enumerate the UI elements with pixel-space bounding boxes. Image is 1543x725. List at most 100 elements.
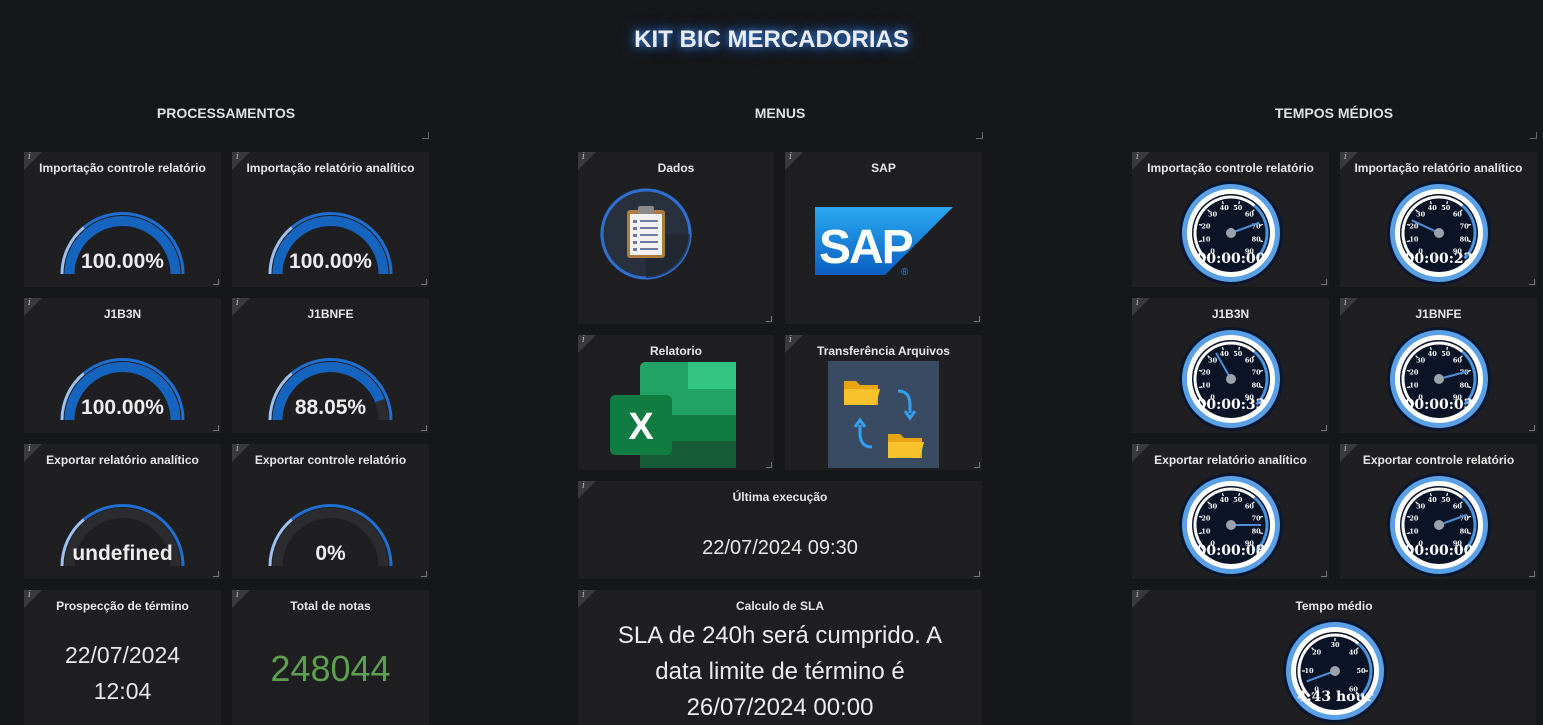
speedo-arc-segment: [1368, 673, 1373, 679]
speedo-arc-segment: [1447, 196, 1452, 201]
panel-title: Exportar controle relatório: [1362, 453, 1515, 467]
speedo-tick-mark: [1238, 492, 1241, 497]
speedo-tick-label: 80: [1460, 236, 1470, 244]
panel-processamento-gauge[interactable]: i Importação relatório analítico 100.00%: [232, 152, 429, 287]
speedo-arc-segment: [1198, 210, 1204, 217]
panel-title: Prospecção de término: [56, 599, 189, 613]
resize-handle[interactable]: [974, 571, 980, 577]
speedo-arc-segment: [1466, 210, 1472, 217]
resize-handle[interactable]: [766, 462, 772, 468]
speedo-tick-label: 50: [1441, 496, 1451, 504]
speedo-arc-segment: [1235, 195, 1240, 200]
panel-relatorio[interactable]: i Relatorio X: [578, 335, 774, 470]
panel-processamento-gauge[interactable]: i Exportar relatório analítico undefined: [24, 444, 221, 579]
speedo-tick-label: 80: [1252, 528, 1262, 536]
speedo-arc-segment: [1242, 197, 1249, 203]
sap-logo-icon[interactable]: SAP ®: [815, 207, 955, 277]
panel-title: J1B3N: [1211, 307, 1250, 321]
speedo-arc-segment: [1194, 510, 1200, 516]
panel-tempo-speedometer[interactable]: i Exportar controle relatório 0 10 20 30 40 50 6…: [1340, 444, 1537, 579]
speedo-arc-segment: [1218, 342, 1223, 347]
speedo-arc-segment: [1470, 218, 1476, 224]
speedo-arc-segment: [1458, 493, 1464, 499]
speedo-value: 00:00:08: [1197, 543, 1266, 559]
speedo-arc-segment: [1239, 488, 1244, 493]
resize-handle[interactable]: [1529, 571, 1535, 577]
speedo-arc-segment: [1472, 368, 1477, 374]
panel-ultima-execucao[interactable]: i Última execução 22/07/2024 09:30: [578, 481, 982, 579]
folder-transfer-icon[interactable]: [828, 361, 939, 468]
speedo-arc-segment: [1206, 201, 1212, 207]
panel-tempo-speedometer[interactable]: i Importação controle relatório 0 10 20 30 40 5…: [1132, 152, 1329, 287]
speedo-arc-segment: [1402, 385, 1407, 391]
speedo-arc-segment: [1196, 214, 1201, 220]
speedo-tick-label: 10: [1201, 236, 1211, 244]
panel-tempo-speedometer[interactable]: i Importação relatório analítico 0 10 20 30 40…: [1340, 152, 1537, 287]
speedo-arc-segment: [1246, 345, 1252, 351]
panel-tempo-speedometer[interactable]: i Exportar relatório analítico 0 10 20 30 40 50…: [1132, 444, 1329, 579]
speedo-arc-segment: [1426, 342, 1431, 347]
speedo-tick-label: 10: [1409, 236, 1419, 244]
speedo-arc-segment: [1470, 510, 1476, 516]
panel-total-notas[interactable]: i Total de notas 248044: [232, 590, 429, 725]
speedo-arc-segment: [1264, 381, 1269, 387]
panel-dados[interactable]: i Dados: [578, 152, 774, 324]
speedo-tick-mark: [1429, 492, 1432, 497]
sap-logo-text: SAP: [819, 221, 913, 274]
speedo-tick-mark: [1198, 240, 1203, 243]
resize-handle[interactable]: [1321, 279, 1327, 285]
panel-tempo-speedometer[interactable]: i J1B3N 0 10 20 30 40 50 60 70 80 90 00:00:33: [1132, 298, 1329, 433]
panel-calculo-sla[interactable]: i Calculo de SLA SLA de 240h será cumpri…: [578, 590, 982, 725]
tempo-medio-speedometer: 01020304050604.43 hour: [1283, 619, 1387, 723]
speedo-arc-segment: [1458, 347, 1464, 353]
speedo-arc-segment: [1470, 535, 1475, 541]
row-resize-handle[interactable]: [1530, 132, 1537, 139]
speedo-arc-segment: [1213, 489, 1220, 495]
panel-prospeccao-termino[interactable]: i Prospecção de término 22/07/2024 12:04: [24, 590, 221, 725]
speedo-tick-mark: [1467, 369, 1472, 372]
speedo-arc-segment: [1472, 527, 1477, 533]
speedo-arc-segment: [1418, 491, 1424, 497]
speedo-arc-segment: [1210, 199, 1216, 205]
resize-handle[interactable]: [1529, 425, 1535, 431]
panel-sap[interactable]: i SAP SAP ®: [785, 152, 982, 324]
resize-handle[interactable]: [1321, 571, 1327, 577]
speedo-tick-mark: [1446, 492, 1449, 497]
speedo-arc-segment: [1466, 502, 1472, 509]
panel-processamento-gauge[interactable]: i Exportar controle relatório 0%: [232, 444, 429, 579]
speedo-arc-segment: [1242, 343, 1249, 349]
speedo-tick-label: 50: [1356, 667, 1366, 675]
resize-handle[interactable]: [1529, 279, 1535, 285]
prospeccao-date: 22/07/2024: [64, 642, 181, 668]
row-resize-handle[interactable]: [422, 132, 429, 139]
resize-handle[interactable]: [1321, 425, 1327, 431]
panel-transferencia-arquivos[interactable]: i Transferência Arquivos: [785, 335, 982, 470]
panel-processamento-gauge[interactable]: i J1BNFE 88.05%: [232, 298, 429, 433]
speedo-arc-segment: [1213, 343, 1220, 349]
panel-title: Dados: [657, 161, 695, 175]
speedo-value: 00:00:03: [1405, 397, 1474, 413]
panel-tempo-speedometer[interactable]: iJ1BNFE010203040506070809000:00:03: [1340, 298, 1537, 433]
panel-processamento-gauge[interactable]: i Importação controle relatório 100.00%: [24, 152, 221, 287]
excel-icon[interactable]: X: [610, 362, 736, 470]
speedo-arc-segment: [1299, 681, 1304, 687]
speedo-arc-segment: [1218, 488, 1223, 493]
speedo-tick-mark: [1406, 369, 1411, 372]
resize-handle[interactable]: [974, 462, 980, 468]
sla-text-line-1: SLA de 240h será cumprido. A: [617, 622, 943, 649]
speedo-tick-label: 50: [1441, 204, 1451, 212]
row-resize-handle[interactable]: [976, 132, 983, 139]
speedo-tick-mark: [1259, 515, 1264, 518]
speedo-arc-segment: [1246, 199, 1252, 205]
speedo-arc-segment: [1366, 656, 1372, 662]
speedo-tick-label: 40: [1220, 496, 1230, 504]
panel-tempo-medio[interactable]: i Tempo médio 0 10 20 30 40 50 60 4.43 hour: [1132, 590, 1536, 725]
resize-handle[interactable]: [766, 316, 772, 322]
resize-handle[interactable]: [974, 316, 980, 322]
speedo-arc-segment: [1264, 222, 1269, 228]
speedo-arc-segment: [1235, 487, 1240, 492]
gauge-value: 100.00%: [81, 396, 164, 419]
speedo-arc-segment: [1246, 491, 1252, 497]
clipboard-icon[interactable]: [597, 185, 695, 283]
panel-processamento-gauge[interactable]: i J1B3N 100.00%: [24, 298, 221, 433]
